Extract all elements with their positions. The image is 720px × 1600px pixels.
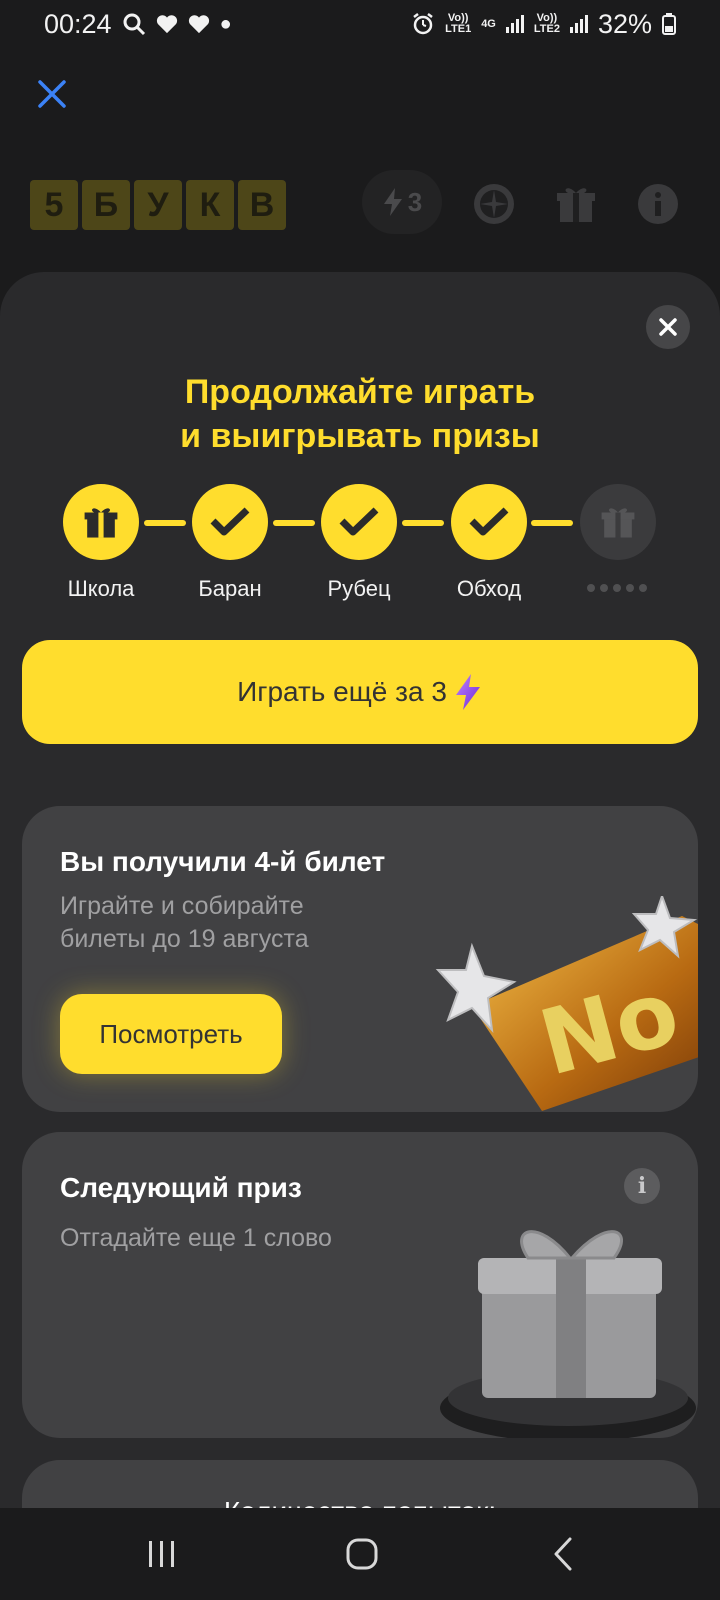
step-2 [192, 484, 268, 560]
close-icon [659, 318, 677, 336]
heart-icon [188, 15, 209, 34]
back-icon[interactable] [544, 1534, 584, 1574]
app-header: 5 Б У К В 3 [0, 170, 720, 240]
ticket-card-subtitle: Играйте и собирайте билеты до 19 августа [60, 892, 309, 953]
signal-icon [569, 15, 588, 33]
step-connector [531, 520, 573, 526]
step-connector [273, 520, 315, 526]
ticket-image: No [435, 896, 698, 1111]
clock: 00:24 [44, 8, 112, 39]
gift-icon [84, 508, 118, 538]
next-prize-title: Следующий приз [60, 1172, 302, 1203]
battery-level: 32% [597, 8, 652, 39]
gift-box-image [440, 1230, 696, 1438]
ticket-card: Вы получили 4-й билет Играйте и собирайт… [22, 806, 698, 1112]
network-type: 4G [481, 17, 496, 30]
lightning-icon [455, 674, 480, 710]
home-icon[interactable] [342, 1534, 382, 1574]
sheet-close-button[interactable] [646, 305, 690, 349]
navigation-bar [0, 1508, 720, 1600]
step-connector [402, 520, 444, 526]
progress-steps: Школа Баран Рубец Обход [0, 484, 720, 604]
logo: 5 Б У К В [30, 180, 286, 230]
search-icon [123, 13, 145, 36]
step-label: Обход [456, 576, 522, 601]
close-icon[interactable] [36, 78, 68, 110]
wheel-icon[interactable] [472, 182, 516, 226]
checkmark-icon [339, 507, 379, 536]
info-icon[interactable]: i [624, 1168, 660, 1204]
lte1-indicator: Vo)) LTE1 [445, 12, 472, 35]
notification-dot-icon: ● [219, 12, 232, 35]
step-5-locked [580, 484, 656, 560]
step-1 [63, 484, 139, 560]
hidden-step-label [587, 584, 647, 592]
info-icon[interactable] [636, 182, 680, 226]
step-label: Школа [67, 576, 135, 601]
next-prize-card: Следующий приз Отгадайте еще 1 слово i [22, 1132, 698, 1438]
lte2-indicator: Vo)) LTE2 [533, 12, 560, 35]
status-bar: 00:24 ● Vo)) LTE1 4G Vo)) LTE2 32% [0, 0, 720, 48]
energy-counter[interactable]: 3 [362, 170, 442, 234]
step-connector [144, 520, 186, 526]
checkmark-icon [469, 507, 509, 536]
next-prize-subtitle: Отгадайте еще 1 слово [60, 1224, 332, 1252]
sheet-title: Продолжайте играть и выигрывать призы [180, 373, 540, 455]
view-ticket-button[interactable]: Посмотреть [60, 994, 282, 1074]
step-4 [451, 484, 527, 560]
energy-count: 3 [407, 186, 423, 217]
step-3 [321, 484, 397, 560]
gift-icon [601, 508, 635, 538]
ticket-card-title: Вы получили 4-й билет [60, 846, 386, 877]
lightning-icon [383, 188, 402, 216]
checkmark-icon [210, 507, 250, 536]
recent-apps-icon[interactable] [142, 1534, 182, 1574]
alarm-icon [413, 13, 433, 35]
step-label: Баран [198, 576, 262, 601]
heart-icon [156, 15, 177, 34]
play-again-button[interactable]: Играть ещё за 3 [22, 640, 698, 744]
battery-icon [662, 13, 676, 35]
step-label: Рубец [327, 576, 391, 601]
gift-icon[interactable] [554, 182, 598, 226]
signal-icon [505, 15, 524, 33]
play-again-label: Играть ещё за 3 [237, 676, 447, 707]
